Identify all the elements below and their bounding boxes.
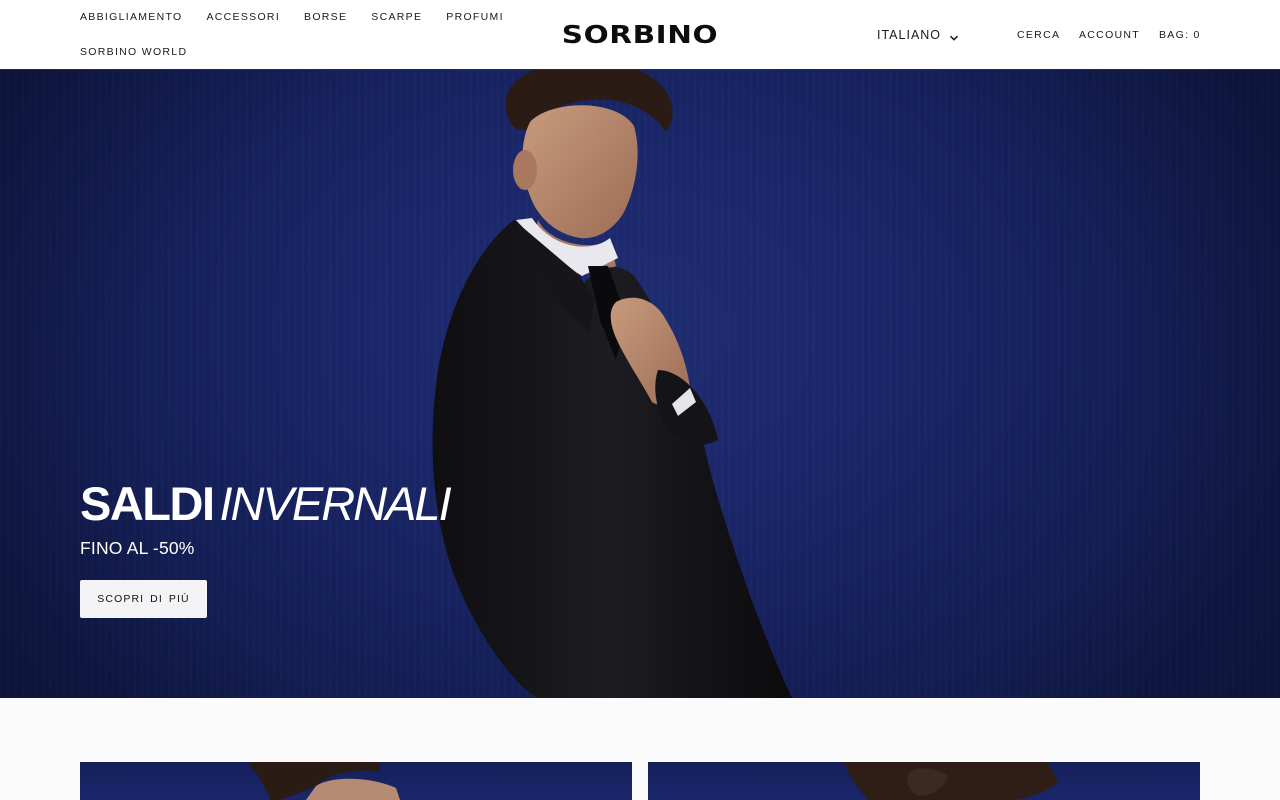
nav-item-abbigliamento[interactable]: ABBIGLIAMENTO bbox=[80, 11, 182, 23]
nav-item-scarpe[interactable]: SCARPE bbox=[371, 11, 422, 23]
promo-card[interactable] bbox=[80, 762, 632, 800]
language-selector[interactable]: ITALIANO bbox=[877, 27, 959, 43]
hero-subtitle: FINO AL -50% bbox=[80, 538, 195, 558]
chevron-down-icon bbox=[949, 30, 959, 41]
primary-nav: ABBIGLIAMENTO ACCESSORI BORSE SCARPE PRO… bbox=[80, 11, 503, 58]
nav-item-accessori[interactable]: ACCESSORI bbox=[206, 11, 280, 23]
nav-item-sorbino-world[interactable]: SORBINO WORLD bbox=[80, 46, 187, 58]
hero-title: SALDI INVERNALI bbox=[80, 477, 452, 530]
primary-nav-row: SORBINO WORLD bbox=[80, 46, 500, 58]
promo-card[interactable] bbox=[648, 762, 1200, 800]
primary-nav-row: ABBIGLIAMENTO ACCESSORI BORSE SCARPE PRO… bbox=[80, 11, 503, 23]
promo-cards bbox=[80, 762, 1200, 800]
nav-item-borse[interactable]: BORSE bbox=[304, 11, 347, 23]
hero-banner[interactable]: SALDI INVERNALI FINO AL -50% SCOPRI DI PI… bbox=[0, 70, 1280, 698]
hero-model-image bbox=[432, 70, 792, 698]
hero-title-regular: SALDI bbox=[80, 477, 215, 530]
language-selected: ITALIANO bbox=[877, 28, 942, 42]
bag-link[interactable]: BAG: 0 bbox=[1159, 29, 1201, 41]
promo-card-image bbox=[248, 762, 400, 800]
site-header: ABBIGLIAMENTO ACCESSORI BORSE SCARPE PRO… bbox=[0, 0, 1280, 70]
site-logo[interactable]: SORBINO bbox=[544, 22, 735, 48]
account-link[interactable]: ACCOUNT bbox=[1079, 29, 1140, 41]
nav-item-profumi[interactable]: PROFUMI bbox=[446, 11, 504, 23]
promo-card-image bbox=[844, 762, 1058, 800]
hero-title-accent: INVERNALI bbox=[219, 477, 452, 530]
search-link[interactable]: CERCA bbox=[1017, 29, 1060, 41]
discover-more-button[interactable]: SCOPRI DI PIÙ bbox=[80, 580, 207, 618]
hero-copy: SALDI INVERNALI FINO AL -50% SCOPRI DI PI… bbox=[80, 477, 452, 618]
